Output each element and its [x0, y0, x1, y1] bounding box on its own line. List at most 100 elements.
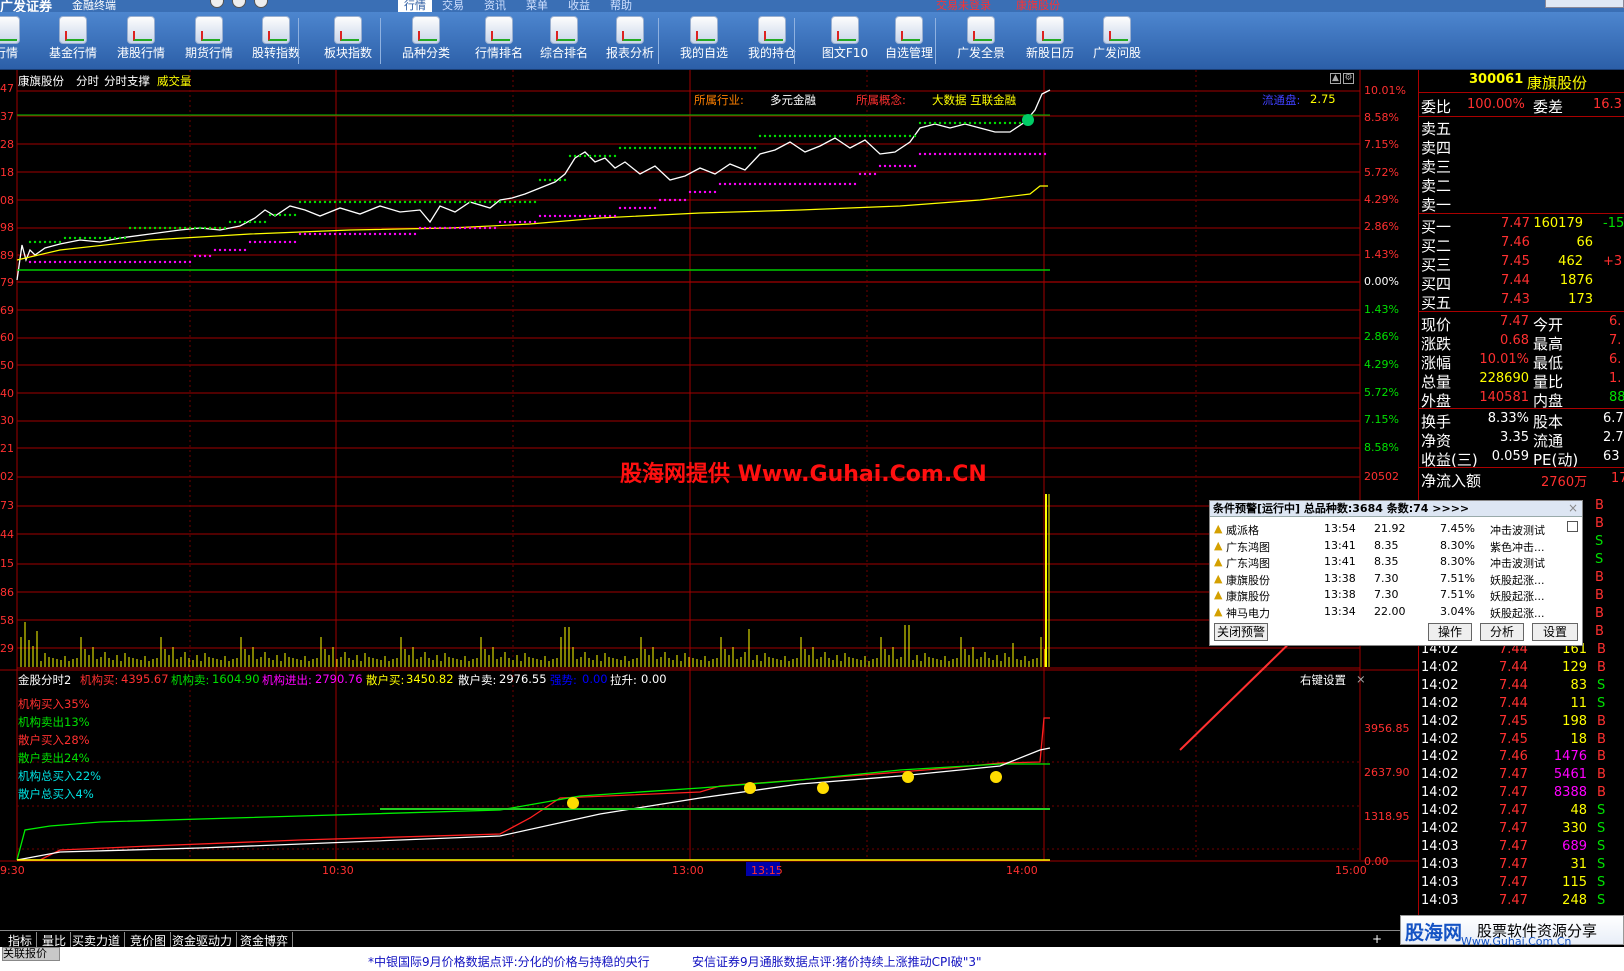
pressure-dot [208, 254, 212, 258]
intraday-chart[interactable] [0, 70, 1418, 930]
news-ticker-2[interactable]: 安信证券9月通胀数据点评:猪价持续上涨推动CPI破"3" [692, 953, 982, 970]
close-alert-button[interactable]: 关闭预警 [1214, 623, 1268, 641]
tick-price: 7.47 [1499, 856, 1528, 872]
support-dot [368, 200, 372, 204]
support-dot [963, 121, 967, 125]
toolbar-button-15[interactable]: 广发全景 [948, 16, 1014, 68]
operate-button[interactable]: 操作 [1428, 623, 1472, 641]
toolbar-button-14[interactable]: 自选管理 [876, 16, 942, 68]
buy-price: 7.45 [1501, 254, 1530, 269]
chart-area[interactable]: 康旗股份 分时 分时支撑 威交量 所属行业: 多元金融 所属概念: 大数据 互联… [0, 70, 1418, 930]
menu-item-trade[interactable]: 交易 [442, 0, 464, 12]
alert-price: 8.35 [1374, 538, 1399, 552]
tab-minute[interactable]: 分时 [76, 73, 99, 89]
indicator-name[interactable]: 金股分时2 [18, 672, 71, 688]
quote-icon [0, 16, 20, 44]
tab-volume[interactable]: 威交量 [157, 73, 192, 89]
alert-row[interactable]: ▲ 广东鸿图 13:41 8.35 8.30% 冲击波测试 [1212, 554, 1564, 571]
toolbar-button-10[interactable]: 报表分析 [597, 16, 663, 68]
sell-level-label: 卖三 [1421, 158, 1452, 176]
support-dot [433, 200, 437, 204]
close-indicator-icon[interactable]: × [1356, 672, 1366, 686]
pressure-dot [438, 226, 442, 230]
tick-bs: B [1595, 570, 1604, 585]
back-icon[interactable] [210, 0, 224, 8]
menu-item-help[interactable]: 帮助 [610, 0, 632, 12]
alert-row[interactable]: ▲ 康旗股份 13:38 7.30 7.51% 妖股起涨... [1212, 587, 1564, 604]
support-dot [128, 226, 132, 230]
menu-item-menu[interactable]: 菜单 [526, 0, 548, 12]
toolbar-button-3[interactable]: 港股行情 [108, 16, 174, 68]
toolbar-button-9[interactable]: 综合排名 [531, 16, 597, 68]
stat-value: 7.47 [1500, 314, 1529, 329]
expand-icon[interactable]: ▲ [1330, 73, 1341, 84]
tab-minute-support[interactable]: 分时支撑 [104, 73, 150, 89]
add-tab-icon[interactable]: + [1368, 932, 1386, 946]
tick-bs: S [1597, 677, 1606, 693]
toolbar-button-2[interactable]: 基金行情 [40, 16, 106, 68]
left-axis-label: 89 [0, 249, 14, 262]
alert-row[interactable]: ▲ 广东鸿图 13:41 8.35 8.30% 紫色冲击... [1212, 538, 1564, 555]
toolbar-button-7[interactable]: 品种分类 [393, 16, 459, 68]
toolbar-button-13[interactable]: 图文F10 [812, 16, 878, 68]
buy-level-row[interactable]: 买二 7.46 66 [1421, 235, 1624, 255]
indicator-legend-item: 散户买入28% [18, 733, 90, 747]
toolbar-label: 广发问股 [1092, 46, 1141, 60]
toolbar-button-17[interactable]: 广发问股 [1084, 16, 1150, 68]
right-click-settings[interactable]: 右键设置 [1300, 672, 1346, 688]
refresh-icon[interactable] [232, 0, 246, 8]
alert-list[interactable]: ▲ 威派格 13:54 21.92 7.45% 冲击波测试 ▲ 广东鸿图 13:41 8.35 8.… [1212, 521, 1564, 621]
menu-item-profit[interactable]: 收益 [568, 0, 590, 12]
pressure-dot [493, 226, 497, 230]
window-controls[interactable] [1545, 0, 1624, 8]
support-dot [158, 226, 162, 230]
toolbar-button-4[interactable]: 期货行情 [176, 16, 242, 68]
alert-row[interactable]: ▲ 威派格 13:54 21.92 7.45% 冲击波测试 [1212, 521, 1564, 538]
support-dot [998, 121, 1002, 125]
buy-level-row[interactable]: 买三 7.45 462 +3 [1421, 254, 1624, 274]
support-dot [513, 200, 517, 204]
menu-item-news[interactable]: 资讯 [484, 0, 506, 12]
support-dot [933, 121, 937, 125]
toolbar-button-16[interactable]: 新股日历 [1017, 16, 1083, 68]
right-axis-pct: 2.86% [1364, 220, 1399, 233]
alert-popup[interactable]: 条件预警[运行中] 总品种数:3684 条数:74 >>>> × ▲ 威派格 13:… [1209, 500, 1583, 646]
alert-settings-button[interactable]: 设置 [1532, 623, 1578, 641]
alert-row[interactable]: ▲ 康旗股份 13:38 7.30 7.51% 妖股起涨... [1212, 571, 1564, 588]
menu-item-quote[interactable]: 行情 [398, 0, 432, 12]
tick-price: 7.47 [1499, 767, 1528, 783]
toolbar-button-6[interactable]: 板块指数 [315, 16, 381, 68]
pressure-dot [393, 232, 397, 236]
toolbar-button-8[interactable]: 行情排名 [466, 16, 532, 68]
support-dot [83, 236, 87, 240]
toolbar-button-12[interactable]: 我的持仓 [739, 16, 805, 68]
buy-level-row[interactable]: 买五 7.43 173 [1421, 292, 1624, 312]
home-icon[interactable] [254, 0, 268, 8]
alert-row[interactable]: ▲ 神马电力 13:34 22.00 3.04% 妖股起涨... [1212, 604, 1564, 621]
analyze-button[interactable]: 分析 [1480, 623, 1524, 641]
toolbar-button-11[interactable]: 我的自选 [671, 16, 737, 68]
close-popup-icon[interactable]: × [1568, 501, 1578, 515]
fund-value: 63 [1603, 449, 1620, 464]
news-ticker-1[interactable]: *中银国际9月价格数据点评:分化的价格与持稳的央行 [368, 953, 650, 970]
fund-row: 收益(三) 0.059 PE(动) 63 [1421, 449, 1624, 469]
popup-checkbox[interactable] [1567, 521, 1578, 532]
settings-icon[interactable]: ⚙ [1343, 73, 1354, 84]
tick-time: 14:02 [1421, 695, 1459, 711]
netflow-label: 净流入额 [1421, 472, 1482, 490]
pressure-dot [928, 152, 932, 156]
linked-quote-button[interactable]: 关联报价 [2, 947, 60, 961]
pressure-dot [968, 152, 972, 156]
toolbar-button-1[interactable]: 行情 [0, 16, 20, 68]
buy-level-row[interactable]: 买一 7.47160179 -159 [1421, 216, 1624, 236]
inst-buy-label: 机构买: [80, 673, 119, 687]
fund-row: 净资 3.35 流通 2.75 [1421, 430, 1624, 450]
smiley-icon [902, 771, 914, 783]
toolbar-button-5[interactable]: 股转指数 [243, 16, 309, 68]
pressure-dot [598, 214, 602, 218]
login-warning: 交易未登录 [936, 0, 991, 12]
smiley-icon [744, 782, 756, 794]
support-dot [258, 220, 262, 224]
tick-price: 7.47 [1499, 785, 1528, 801]
buy-level-row[interactable]: 买四 7.44 1876 [1421, 273, 1624, 293]
